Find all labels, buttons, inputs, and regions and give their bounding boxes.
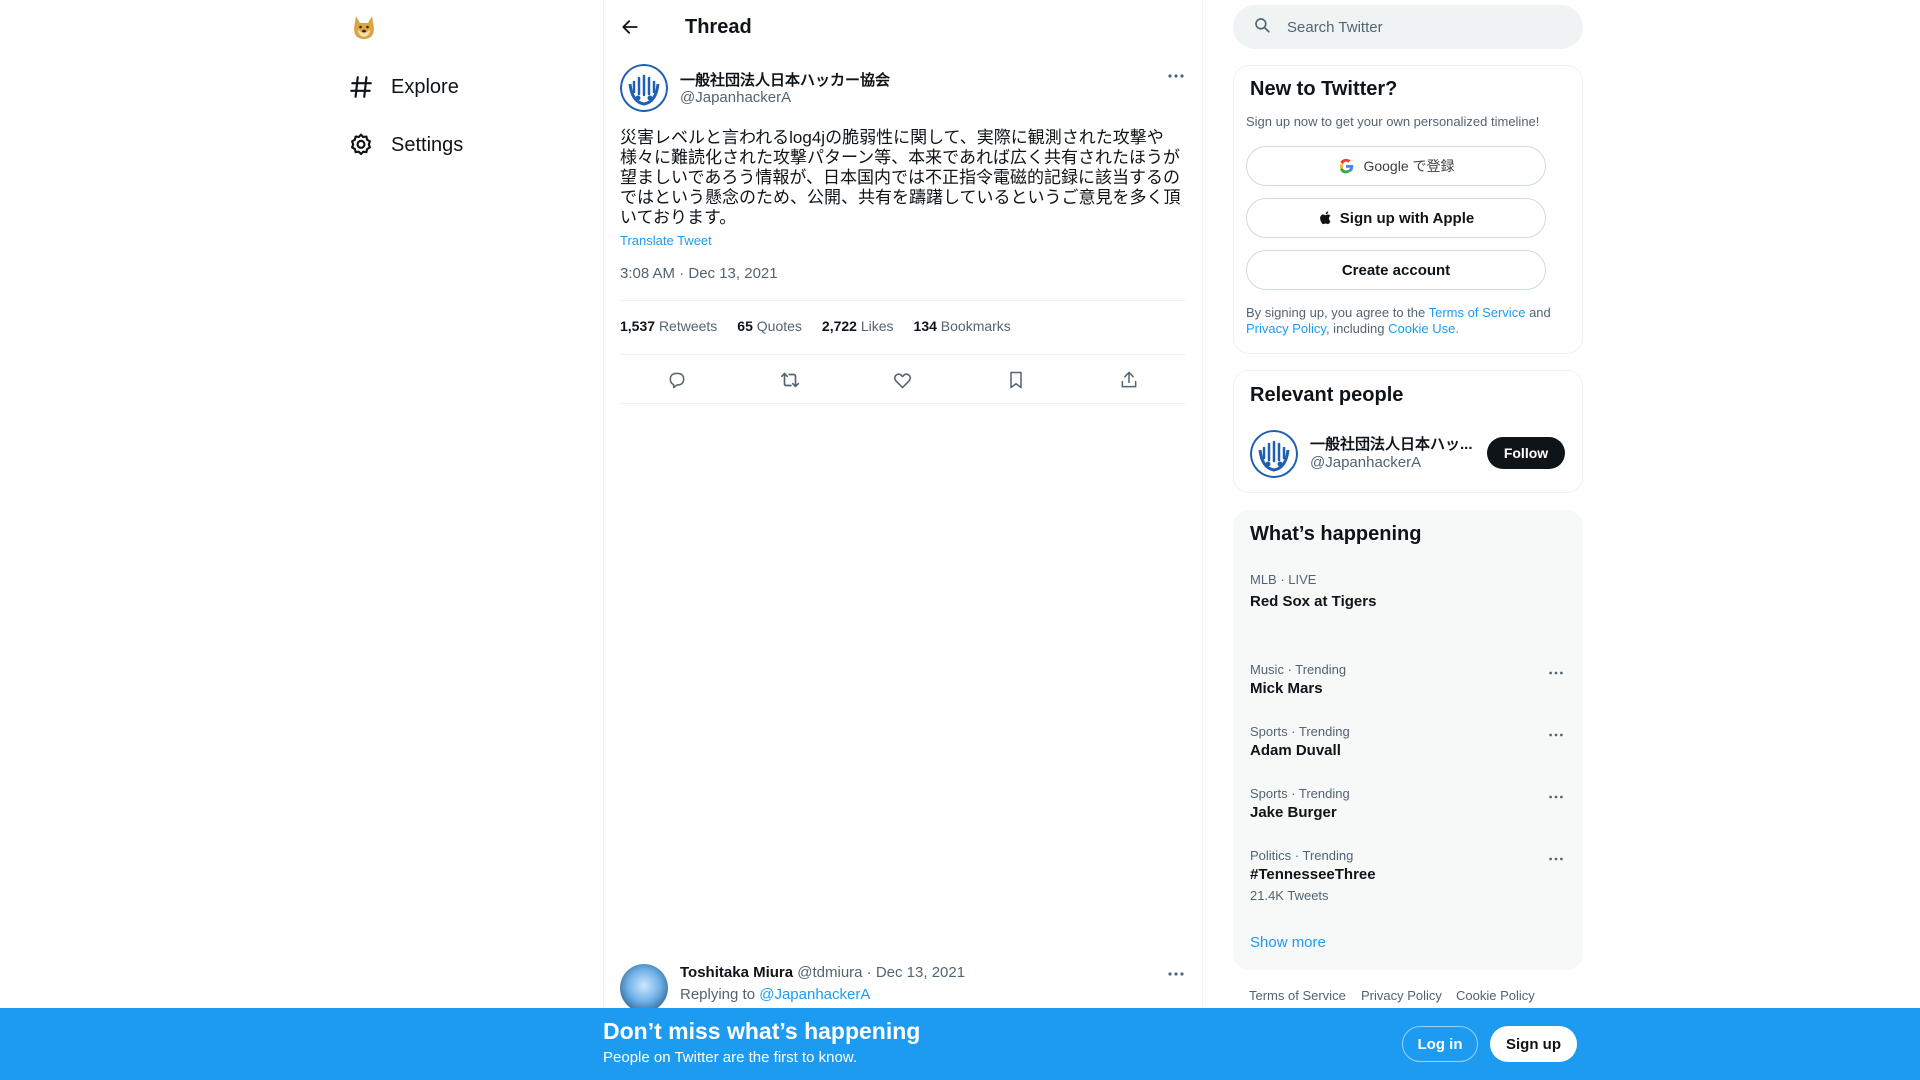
terms-and: and [1529, 305, 1551, 320]
reply-icon[interactable] [665, 368, 689, 392]
back-arrow-icon[interactable] [616, 13, 644, 41]
retweet-icon[interactable] [778, 368, 802, 392]
search-input[interactable] [1285, 17, 1565, 37]
likes-stat[interactable]: 2,722 Likes [822, 318, 894, 334]
trend-name: Red Sox at Tigers [1250, 593, 1377, 610]
relevant-person-handle[interactable]: @JapanhackerA [1310, 454, 1421, 471]
banner-subtitle: People on Twitter are the first to know. [603, 1049, 858, 1066]
nav-settings-label: Settings [391, 133, 464, 156]
terms-of-service-link[interactable]: Terms of Service [1429, 305, 1526, 320]
hashtag-icon [348, 74, 374, 100]
trend-meta: Sports · Trending [1250, 786, 1350, 801]
translate-tweet-link[interactable]: Translate Tweet [620, 233, 712, 248]
create-account-button[interactable]: Create account [1246, 250, 1546, 290]
relevant-person-avatar[interactable] [1250, 430, 1298, 478]
apple-signup-label: Sign up with Apple [1339, 209, 1475, 227]
create-account-label: Create account [1341, 261, 1451, 279]
trend-item[interactable]: MLB · LIVE Red Sox at Tigers [1250, 572, 1570, 610]
retweets-stat[interactable]: 1,537 Retweets [620, 318, 717, 334]
reply-meta[interactable]: @tdmiura · Dec 13, 2021 [797, 964, 965, 981]
apple-signup-button[interactable]: Sign up with Apple [1246, 198, 1546, 238]
trend-more-icon[interactable] [1546, 787, 1566, 807]
reply-avatar[interactable] [620, 964, 668, 1012]
trend-item[interactable]: Music · Trending Mick Mars [1250, 662, 1570, 697]
google-icon [1337, 157, 1355, 175]
show-more-link[interactable]: Show more [1250, 934, 1326, 951]
trend-more-icon[interactable] [1546, 663, 1566, 683]
signup-button[interactable]: Sign up [1490, 1026, 1577, 1062]
trend-item[interactable]: Politics · Trending #TennesseeThree 21.4… [1250, 848, 1570, 903]
search-box[interactable] [1233, 5, 1583, 49]
page-title: Thread [685, 15, 752, 38]
trend-meta: Politics · Trending [1250, 848, 1354, 863]
apple-icon [1318, 209, 1334, 227]
share-icon[interactable] [1117, 368, 1141, 392]
gear-icon [348, 132, 374, 158]
replying-to-link[interactable]: @JapanhackerA [759, 986, 870, 1003]
relevant-people-title: Relevant people [1250, 384, 1404, 406]
trend-meta: Music · Trending [1250, 662, 1347, 677]
divider [620, 300, 1186, 301]
more-options-icon[interactable] [1166, 66, 1186, 86]
new-to-twitter-subtitle: Sign up now to get your own personalized… [1246, 114, 1540, 129]
relevant-person-name[interactable]: 一般社団法人日本ハッ... [1310, 433, 1480, 454]
terms-prefix: By signing up, you agree to the [1246, 305, 1426, 320]
reply-author-name[interactable]: Toshitaka Miura [680, 964, 793, 981]
divider [620, 403, 1186, 404]
trend-name: Mick Mars [1250, 680, 1323, 697]
google-signup-button[interactable]: Google で登録 [1246, 146, 1546, 186]
replying-to-label: Replying to [680, 986, 756, 1003]
terms-including: , including [1325, 321, 1385, 336]
trend-item[interactable]: Sports · Trending Jake Burger [1250, 786, 1570, 821]
divider [620, 354, 1186, 355]
tweet-actions [620, 360, 1186, 400]
trend-item[interactable]: Sports · Trending Adam Duvall [1250, 724, 1570, 759]
login-button[interactable]: Log in [1402, 1026, 1478, 1062]
google-signup-label: Google で登録 [1363, 158, 1455, 174]
trend-meta: Sports · Trending [1250, 724, 1350, 739]
signup-terms: By signing up, you agree to the Terms of… [1246, 305, 1576, 337]
tweet-stats: 1,537 Retweets 65 Quotes 2,722 Likes 134… [620, 318, 1031, 334]
trend-tweet-count: 21.4K Tweets [1250, 888, 1329, 903]
reply-header: Toshitaka Miura @tdmiura · Dec 13, 2021 [680, 964, 965, 981]
replying-to: Replying to @JapanhackerA [680, 986, 870, 1003]
tweet-timestamp[interactable]: 3:08 AM · Dec 13, 2021 [620, 265, 778, 282]
nav-settings[interactable]: Settings [348, 125, 463, 165]
author-handle[interactable]: @JapanhackerA [680, 89, 791, 106]
doge-logo-icon[interactable] [349, 12, 379, 42]
footer-privacy-link[interactable]: Privacy Policy [1361, 988, 1442, 1003]
tweet-text: 災害レベルと言われるlog4jの脆弱性に関して、実際に観測された攻撃や様々に難読… [620, 128, 1181, 227]
signup-banner [0, 1008, 1920, 1080]
quotes-stat[interactable]: 65 Quotes [737, 318, 802, 334]
nav-explore[interactable]: Explore [348, 67, 459, 107]
trend-meta: MLB · LIVE [1250, 572, 1317, 587]
trend-name: Jake Burger [1250, 804, 1337, 821]
nav-explore-label: Explore [391, 75, 459, 98]
bookmark-icon[interactable] [1004, 368, 1028, 392]
trend-name: #TennesseeThree [1250, 866, 1376, 883]
reply-more-options-icon[interactable] [1166, 964, 1186, 984]
trend-more-icon[interactable] [1546, 725, 1566, 745]
footer-cookie-link[interactable]: Cookie Policy [1456, 988, 1535, 1003]
thread-header: Thread [616, 8, 752, 46]
cookie-use-link[interactable]: Cookie Use. [1388, 321, 1459, 336]
banner-title: Don’t miss what’s happening [603, 1018, 921, 1044]
privacy-policy-link[interactable]: Privacy Policy [1246, 321, 1326, 336]
whats-happening-title: What’s happening [1250, 523, 1422, 545]
author-name[interactable]: 一般社団法人日本ハッカー協会 [680, 69, 890, 90]
follow-button[interactable]: Follow [1487, 437, 1565, 469]
new-to-twitter-title: New to Twitter? [1250, 78, 1398, 100]
trend-more-icon[interactable] [1546, 849, 1566, 869]
author-avatar[interactable] [620, 64, 668, 112]
like-heart-icon[interactable] [891, 368, 915, 392]
search-icon [1253, 16, 1271, 39]
trend-name: Adam Duvall [1250, 742, 1341, 759]
bookmarks-stat[interactable]: 134 Bookmarks [914, 318, 1011, 334]
footer-terms-link[interactable]: Terms of Service [1249, 988, 1346, 1003]
